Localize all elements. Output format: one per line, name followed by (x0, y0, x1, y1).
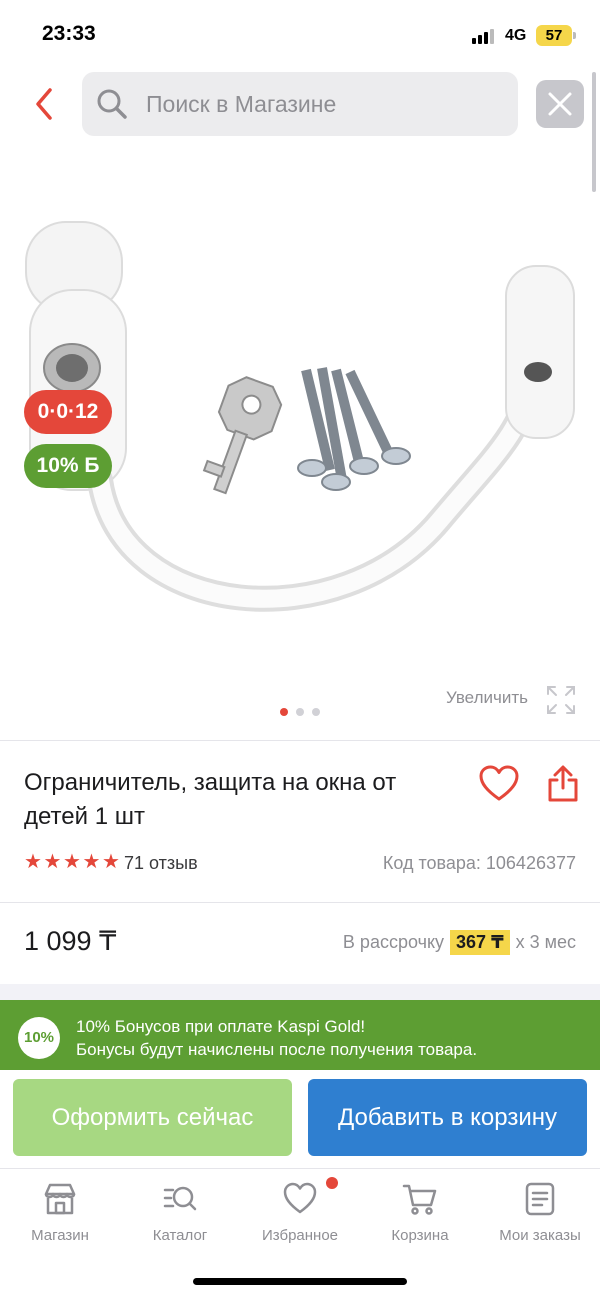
battery-icon: 57 (536, 25, 572, 46)
tab-catalog[interactable]: Каталог (120, 1181, 240, 1261)
product-image[interactable] (0, 200, 600, 680)
tab-label: Каталог (152, 1227, 208, 1244)
heart-icon (283, 1182, 317, 1214)
tab-label: Избранное (261, 1227, 339, 1244)
back-button[interactable] (28, 84, 64, 124)
expand-icon[interactable] (545, 684, 577, 716)
timer-badge: 0·0·12 (24, 390, 112, 434)
search-box[interactable] (82, 72, 518, 136)
buy-now-button[interactable]: Оформить сейчас (13, 1079, 292, 1156)
chevron-left-icon (36, 88, 52, 120)
tab-orders[interactable]: Мои заказы (480, 1181, 600, 1261)
tab-store[interactable]: Магазин (0, 1181, 120, 1261)
cart-icon (402, 1184, 437, 1215)
catalog-icon (163, 1186, 197, 1211)
bonus-banner-title: 10% Бонусов при оплате Kaspi Gold! (76, 1017, 366, 1036)
signal-icon (472, 28, 496, 44)
close-icon (548, 92, 572, 116)
network-type: 4G (505, 27, 527, 44)
gallery-dot[interactable] (312, 708, 320, 716)
installment-prefix: В рассрочку (342, 932, 445, 952)
battery-tip (573, 32, 576, 39)
product-title: Ограничитель, защита на окна от детей 1 … (24, 769, 397, 830)
bonus-banner[interactable]: 10% 10% Бонусов при оплате Kaspi Gold! Б… (0, 1000, 600, 1070)
price: 1 099 ₸ (24, 926, 117, 956)
close-button[interactable] (536, 80, 584, 128)
zoom-label[interactable]: Увеличить (446, 688, 528, 708)
tab-cart[interactable]: Корзина (360, 1181, 480, 1261)
star-icon: ★ (24, 851, 42, 873)
share-icon (548, 765, 578, 802)
reviews-link[interactable]: 71 отзыв (124, 853, 198, 874)
tab-label: Магазин (31, 1227, 89, 1244)
star-icon: ★ (82, 851, 101, 873)
add-to-cart-button[interactable]: Добавить в корзину (308, 1079, 587, 1156)
status-bar: 23:33 4G 57 (0, 0, 600, 70)
gallery-dots (280, 708, 324, 718)
bonus-banner-subtitle: Бонусы будут начислены после получения т… (76, 1040, 478, 1059)
tab-favorites[interactable]: Избранное (240, 1181, 360, 1261)
installment-suffix: x 3 мес (515, 932, 576, 952)
favorite-button[interactable] (478, 764, 520, 804)
divider (0, 740, 600, 741)
notification-dot (326, 1177, 338, 1189)
search-input[interactable] (146, 72, 506, 136)
installment-info[interactable]: В рассрочку 367 ₸ x 3 мес (343, 930, 576, 955)
installment-amount: 367 ₸ (450, 930, 510, 955)
gallery-dot[interactable] (280, 708, 288, 716)
product-code: Код товара: 106426377 (382, 853, 576, 873)
gallery-dot[interactable] (296, 708, 304, 716)
orders-icon (525, 1182, 555, 1216)
scroll-indicator[interactable] (592, 72, 596, 192)
bonus-badge: 10% Б (24, 444, 112, 488)
store-icon (44, 1183, 76, 1215)
rating-stars: ★ ★ ★ ★ ★ (24, 852, 122, 876)
section-gap (0, 984, 600, 1000)
star-icon: ★ (43, 851, 62, 873)
home-indicator[interactable] (193, 1278, 407, 1285)
search-icon (97, 89, 127, 119)
star-icon: ★ (63, 851, 81, 873)
divider (0, 902, 600, 903)
share-button[interactable] (546, 764, 580, 804)
status-time: 23:33 (42, 22, 96, 45)
tab-label: Корзина (391, 1227, 449, 1244)
star-icon: ★ (102, 851, 120, 873)
tab-label: Мои заказы (499, 1227, 581, 1244)
bonus-percent-badge: 10% (18, 1017, 60, 1059)
heart-icon (479, 765, 519, 801)
